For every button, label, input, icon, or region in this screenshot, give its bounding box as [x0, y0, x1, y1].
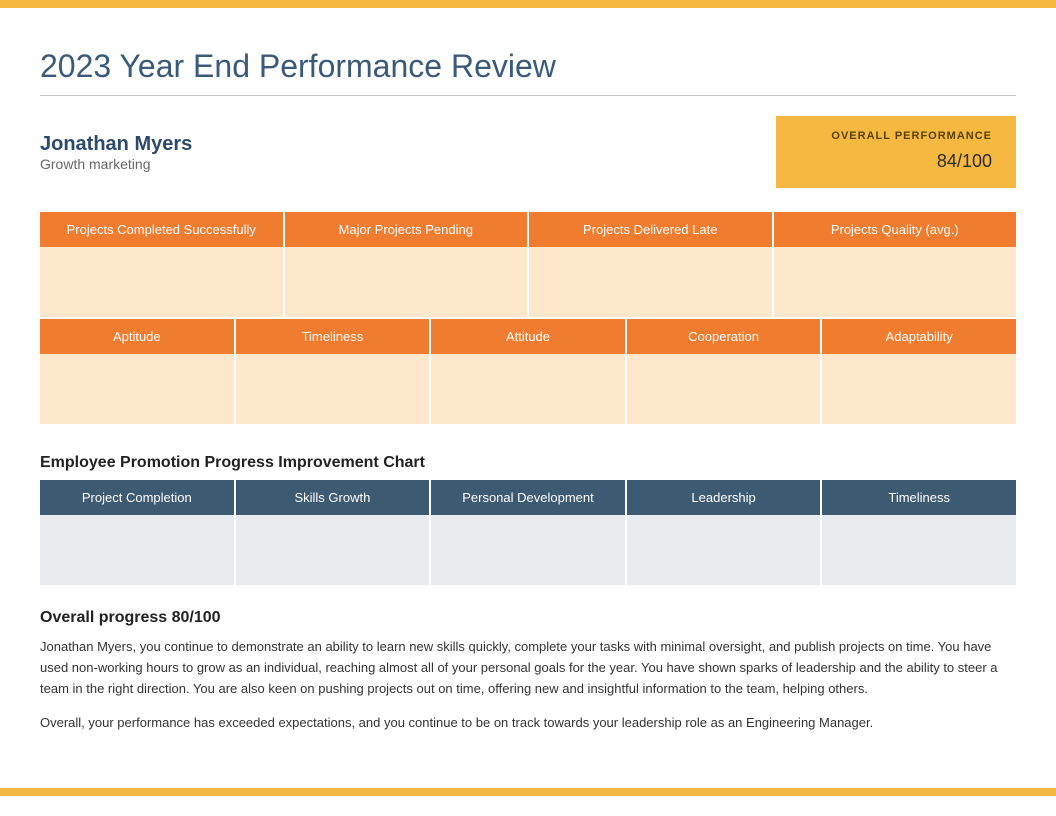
chart-card-4: Timeliness	[822, 480, 1016, 585]
chart-title: Employee Promotion Progress Improvement …	[40, 454, 1016, 472]
skills-grid: Aptitude Timeliness Attitude Cooperation…	[40, 319, 1016, 424]
chart-body-1	[236, 515, 430, 585]
header-row: Jonathan Myers Growth marketing OVERALL …	[40, 116, 1016, 188]
skill-card-3: Cooperation	[627, 319, 821, 424]
stat-card-0: Projects Completed Successfully	[40, 212, 283, 317]
stat-header-0: Projects Completed Successfully	[40, 212, 283, 247]
overall-perf-label: OVERALL PERFORMANCE	[800, 130, 992, 142]
overall-performance-box: OVERALL PERFORMANCE 84/100	[776, 116, 1016, 188]
skill-card-4: Adaptability	[822, 319, 1016, 424]
skill-card-1: Timeliness	[236, 319, 430, 424]
chart-card-3: Leadership	[627, 480, 821, 585]
chart-body-0	[40, 515, 234, 585]
chart-card-0: Project Completion	[40, 480, 234, 585]
chart-body-2	[431, 515, 625, 585]
chart-grid: Project Completion Skills Growth Persona…	[40, 480, 1016, 585]
progress-paragraph-1: Jonathan Myers, you continue to demonstr…	[40, 637, 1016, 699]
stat-body-1	[285, 247, 528, 317]
chart-header-4: Timeliness	[822, 480, 1016, 515]
overall-progress-section: Overall progress 80/100 Jonathan Myers, …	[40, 609, 1016, 734]
skill-header-3: Cooperation	[627, 319, 821, 354]
skill-header-2: Attitude	[431, 319, 625, 354]
chart-header-1: Skills Growth	[236, 480, 430, 515]
stat-card-2: Projects Delivered Late	[529, 212, 772, 317]
skill-header-1: Timeliness	[236, 319, 430, 354]
chart-header-2: Personal Development	[431, 480, 625, 515]
skill-body-1	[236, 354, 430, 424]
progress-paragraph-2: Overall, your performance has exceeded e…	[40, 713, 1016, 734]
skill-header-4: Adaptability	[822, 319, 1016, 354]
top-accent-bar	[0, 0, 1056, 8]
skill-card-2: Attitude	[431, 319, 625, 424]
overall-perf-score: 84/100	[800, 142, 992, 174]
employee-role: Growth marketing	[40, 156, 192, 172]
chart-card-1: Skills Growth	[236, 480, 430, 585]
page-title: 2023 Year End Performance Review	[40, 48, 1016, 85]
stat-card-1: Major Projects Pending	[285, 212, 528, 317]
skill-card-0: Aptitude	[40, 319, 234, 424]
progress-title: Overall progress 80/100	[40, 609, 1016, 627]
employee-info: Jonathan Myers Growth marketing	[40, 133, 192, 172]
stats-grid: Projects Completed Successfully Major Pr…	[40, 212, 1016, 317]
stat-body-2	[529, 247, 772, 317]
chart-header-0: Project Completion	[40, 480, 234, 515]
employee-name: Jonathan Myers	[40, 133, 192, 156]
stat-header-3: Projects Quality (avg.)	[774, 212, 1017, 247]
chart-header-3: Leadership	[627, 480, 821, 515]
skill-body-3	[627, 354, 821, 424]
stat-body-0	[40, 247, 283, 317]
skill-body-2	[431, 354, 625, 424]
stat-header-1: Major Projects Pending	[285, 212, 528, 247]
stat-body-3	[774, 247, 1017, 317]
skill-header-0: Aptitude	[40, 319, 234, 354]
divider	[40, 95, 1016, 96]
skill-body-0	[40, 354, 234, 424]
skill-body-4	[822, 354, 1016, 424]
stat-header-2: Projects Delivered Late	[529, 212, 772, 247]
bottom-accent-bar	[0, 788, 1056, 796]
chart-body-3	[627, 515, 821, 585]
chart-body-4	[822, 515, 1016, 585]
chart-card-2: Personal Development	[431, 480, 625, 585]
stat-card-3: Projects Quality (avg.)	[774, 212, 1017, 317]
chart-section: Employee Promotion Progress Improvement …	[40, 454, 1016, 585]
